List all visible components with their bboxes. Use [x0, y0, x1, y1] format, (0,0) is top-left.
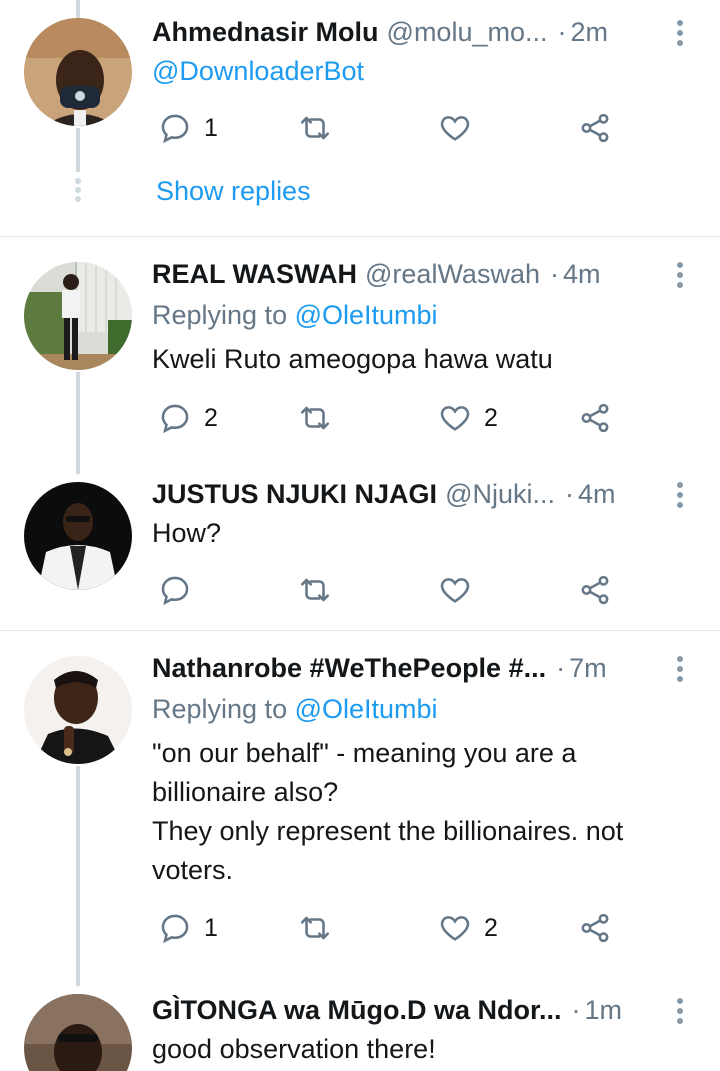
reply-count: 1	[204, 113, 218, 142]
avatar[interactable]	[24, 262, 132, 370]
display-name[interactable]: REAL WASWAH	[152, 259, 357, 290]
like-button[interactable]	[438, 570, 472, 610]
reply-count: 1	[204, 913, 218, 942]
reply-icon	[161, 114, 189, 144]
share-button[interactable]	[578, 908, 612, 948]
replying-prefix: Replying to	[152, 694, 288, 724]
tweet-header: Ahmednasir Molu @molu_mo... · 2m	[152, 12, 650, 52]
share-button[interactable]	[578, 108, 612, 148]
username[interactable]: @molu_mo...	[387, 17, 548, 48]
display-name[interactable]: Ahmednasir Molu	[152, 17, 379, 48]
avatar[interactable]	[24, 482, 132, 590]
reply-button[interactable]: 2	[158, 398, 218, 438]
reply-button[interactable]	[158, 570, 192, 610]
timestamp[interactable]: 7m	[569, 653, 607, 684]
reply-count: 2	[204, 403, 218, 432]
like-icon	[440, 578, 470, 603]
tweet-text: How?	[152, 518, 222, 548]
reply-icon	[161, 576, 189, 606]
avatar[interactable]	[24, 994, 132, 1071]
retweet-icon	[300, 406, 330, 430]
avatar[interactable]	[24, 18, 132, 126]
tweet-actions	[152, 570, 622, 610]
like-icon	[440, 406, 470, 431]
more-icon[interactable]	[676, 656, 684, 686]
username[interactable]: @Njuki...	[445, 479, 555, 510]
tweet-text: "on our behalf" - meaning you are a bill…	[152, 734, 690, 890]
share-icon	[581, 403, 609, 433]
mention-link[interactable]: @OleItumbi	[295, 694, 438, 724]
separator: ·	[565, 478, 574, 509]
tweet-header: GÌTONGA wa Mūgo.D wa Ndor... · 1m	[152, 990, 650, 1030]
share-button[interactable]	[578, 398, 612, 438]
avatar[interactable]	[24, 656, 132, 764]
reply-button[interactable]: 1	[158, 108, 218, 148]
tweet-header: JUSTUS NJUKI NJAGI @Njuki... · 4m	[152, 474, 650, 514]
more-icon[interactable]	[676, 262, 684, 292]
reply-icon	[161, 404, 189, 434]
retweet-button[interactable]	[298, 398, 332, 438]
tweet-actions: 2 2	[152, 398, 622, 438]
replying-to: Replying to @OleItumbi	[152, 296, 690, 335]
tweet-header: Nathanrobe #WeThePeople #... · 7m	[152, 648, 650, 688]
show-replies-link[interactable]: Show replies	[156, 172, 311, 211]
retweet-icon	[300, 916, 330, 940]
thread-dots	[75, 178, 81, 205]
reply-icon	[161, 914, 189, 944]
tweet-text-line: They only represent the billionaires. no…	[152, 816, 624, 846]
retweet-icon	[300, 578, 330, 602]
more-icon[interactable]	[676, 20, 684, 50]
tweet-text-line: billionaire also?	[152, 777, 339, 807]
tweet-text: good observation there!	[152, 1034, 436, 1064]
like-count: 2	[484, 403, 498, 432]
share-icon	[581, 113, 609, 143]
timestamp[interactable]: 1m	[585, 995, 623, 1026]
retweet-button[interactable]	[298, 570, 332, 610]
like-count: 2	[484, 913, 498, 942]
tweet-text-line: voters.	[152, 855, 234, 885]
replying-prefix: Replying to	[152, 300, 288, 330]
display-name[interactable]: JUSTUS NJUKI NJAGI	[152, 479, 437, 510]
divider	[0, 236, 720, 237]
reply-button[interactable]: 1	[158, 908, 218, 948]
thread-line	[76, 372, 80, 474]
separator: ·	[549, 258, 559, 289]
display-name[interactable]: Nathanrobe #WeThePeople #...	[152, 653, 546, 684]
retweet-button[interactable]	[298, 108, 332, 148]
tweet-actions: 1	[152, 108, 622, 148]
like-icon	[440, 116, 470, 141]
thread-line	[76, 128, 80, 172]
tweet-text-line: "on our behalf" - meaning you are a	[152, 738, 577, 768]
mention-link[interactable]: @OleItumbi	[295, 300, 438, 330]
share-button[interactable]	[578, 570, 612, 610]
share-icon	[581, 575, 609, 605]
like-icon	[440, 916, 470, 941]
tweet-text: Kweli Ruto ameogopa hawa watu	[152, 344, 553, 374]
mention-link[interactable]: @DownloaderBot	[152, 52, 690, 91]
thread-line	[76, 766, 80, 986]
replying-to: Replying to @OleItumbi	[152, 690, 690, 729]
more-icon[interactable]	[676, 482, 684, 512]
share-icon	[581, 913, 609, 943]
more-icon[interactable]	[676, 998, 684, 1028]
display-name[interactable]: GÌTONGA wa Mūgo.D wa Ndor...	[152, 995, 562, 1026]
like-button[interactable]: 2	[438, 398, 498, 438]
tweet-actions: 1 2	[152, 908, 622, 948]
username[interactable]: @realWaswah	[365, 259, 540, 290]
like-button[interactable]: 2	[438, 908, 498, 948]
separator: ·	[556, 652, 566, 683]
retweet-button[interactable]	[298, 908, 332, 948]
timestamp[interactable]: 2m	[571, 17, 609, 48]
divider	[0, 630, 720, 631]
like-button[interactable]	[438, 108, 472, 148]
separator: ·	[571, 994, 581, 1025]
timestamp[interactable]: 4m	[563, 259, 601, 290]
separator: ·	[557, 16, 567, 47]
tweet-header: REAL WASWAH @realWaswah · 4m	[152, 254, 650, 294]
retweet-icon	[300, 116, 330, 140]
timestamp[interactable]: 4m	[578, 479, 616, 510]
